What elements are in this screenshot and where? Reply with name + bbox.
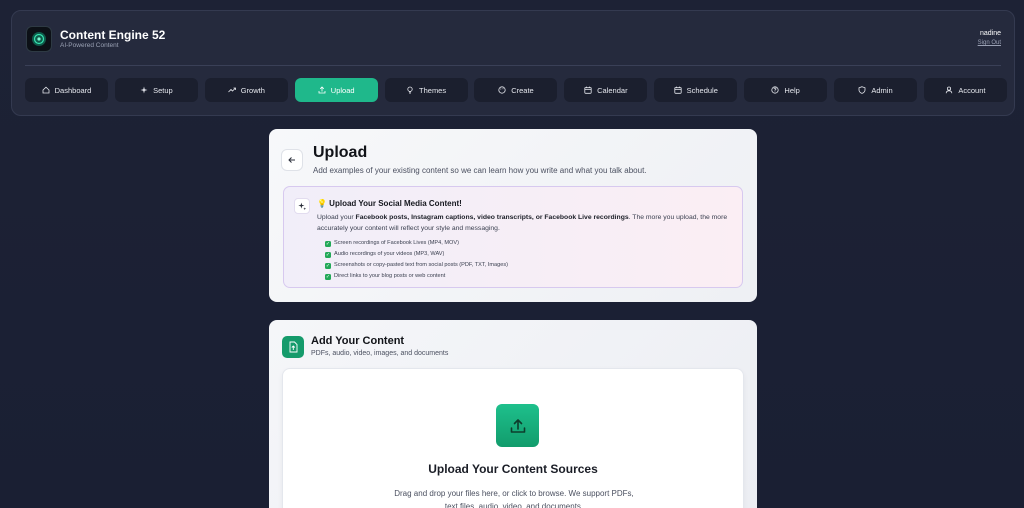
lightbulb-icon [407, 86, 413, 94]
nav-label: Growth [240, 85, 265, 95]
file-upload-icon [289, 341, 298, 353]
nav-label: Account [958, 85, 986, 95]
main-nav: Dashboard Setup Growth Upload Themes Cre… [25, 78, 1007, 102]
sign-out-link[interactable]: Sign Out [978, 40, 1001, 46]
top-header: Content Engine 52 AI-Powered Content nad… [11, 10, 1015, 116]
user-icon [946, 86, 953, 94]
nav-themes[interactable]: Themes [384, 78, 468, 102]
trending-up-icon [227, 87, 236, 93]
arrow-left-icon [288, 157, 295, 163]
dropzone-title: Upload Your Content Sources [428, 462, 598, 476]
section-title: Add Your Content [311, 335, 405, 347]
nav-label: Admin [871, 85, 893, 95]
nav-setup[interactable]: Setup [114, 78, 198, 102]
check-icon: ✓ [325, 262, 331, 269]
list-item: ✓ Audio recordings of your videos (MP3, W… [325, 249, 508, 260]
tip-title: 💡 Upload Your Social Media Content! [317, 199, 462, 208]
tip-text-prefix: Upload your [317, 214, 356, 221]
nav-create[interactable]: Create [474, 78, 558, 102]
tip-icon-box [294, 198, 310, 214]
nav-calendar[interactable]: Calendar [564, 78, 648, 102]
section-subtitle: PDFs, audio, video, images, and document… [311, 350, 449, 357]
list-item-text: Audio recordings of your videos (MP3, WA… [334, 251, 445, 257]
dropzone-instructions: Drag and drop your files here, or click … [394, 489, 634, 508]
shield-icon [858, 86, 866, 94]
nav-label: Help [784, 85, 800, 95]
upload-icon [318, 86, 326, 94]
upload-tip-box: 💡 Upload Your Social Media Content! Uplo… [283, 186, 743, 288]
list-item: ✓ Screen recordings of Facebook Lives (MP… [325, 238, 508, 249]
check-icon: ✓ [325, 273, 331, 280]
sparkles-icon [297, 202, 306, 210]
sparkles-icon [140, 86, 148, 94]
tip-text-bold: Facebook posts, Instagram captions, vide… [355, 214, 629, 221]
list-item-text: Direct links to your blog posts or web c… [334, 273, 446, 279]
upload-intro-card: Upload Add examples of your existing con… [269, 129, 757, 302]
help-circle-icon [771, 86, 780, 94]
nav-growth[interactable]: Growth [204, 78, 288, 102]
home-icon [42, 86, 50, 94]
nav-admin[interactable]: Admin [834, 78, 918, 102]
file-dropzone[interactable]: Upload Your Content Sources Drag and dro… [282, 368, 744, 508]
nav-label: Upload [330, 85, 355, 95]
nav-label: Create [511, 85, 534, 95]
add-content-card: Add Your Content PDFs, audio, video, ima… [269, 320, 757, 508]
app-logo[interactable] [26, 26, 52, 52]
brain-icon [32, 32, 46, 46]
app-subtitle: AI-Powered Content [60, 42, 119, 49]
list-item: ✓ Screenshots or copy-pasted text from so… [325, 260, 508, 271]
file-upload-icon-box [282, 336, 304, 358]
header-divider [25, 65, 1001, 66]
nav-label: Schedule [686, 85, 718, 95]
list-item-text: Screen recordings of Facebook Lives (MP4… [334, 240, 459, 246]
list-item: ✓ Direct links to your blog posts or web … [325, 271, 508, 282]
upload-icon [510, 418, 525, 433]
page-title: Upload [313, 144, 368, 161]
tip-description: Upload your Facebook posts, Instagram ca… [317, 212, 737, 234]
calendar-icon [584, 86, 592, 94]
nav-schedule[interactable]: Schedule [654, 78, 738, 102]
nav-label: Themes [419, 85, 447, 95]
back-button[interactable] [281, 149, 303, 171]
nav-account[interactable]: Account [923, 78, 1007, 102]
nav-label: Calendar [597, 85, 628, 95]
user-name: nadine [979, 30, 1001, 37]
upload-icon-box[interactable] [496, 404, 539, 447]
supported-sources-list: ✓ Screen recordings of Facebook Lives (MP… [325, 238, 508, 282]
nav-label: Setup [153, 85, 173, 95]
nav-dashboard[interactable]: Dashboard [25, 78, 108, 102]
nav-upload[interactable]: Upload [294, 78, 378, 102]
nav-label: Dashboard [54, 85, 92, 95]
check-icon: ✓ [325, 240, 331, 247]
palette-icon [498, 86, 506, 94]
app-title: Content Engine 52 [60, 28, 166, 42]
calendar-clock-icon [673, 86, 682, 94]
check-icon: ✓ [325, 251, 331, 258]
page-subtitle: Add examples of your existing content so… [313, 166, 647, 175]
list-item-text: Screenshots or copy-pasted text from soc… [334, 262, 508, 268]
nav-help[interactable]: Help [744, 78, 828, 102]
